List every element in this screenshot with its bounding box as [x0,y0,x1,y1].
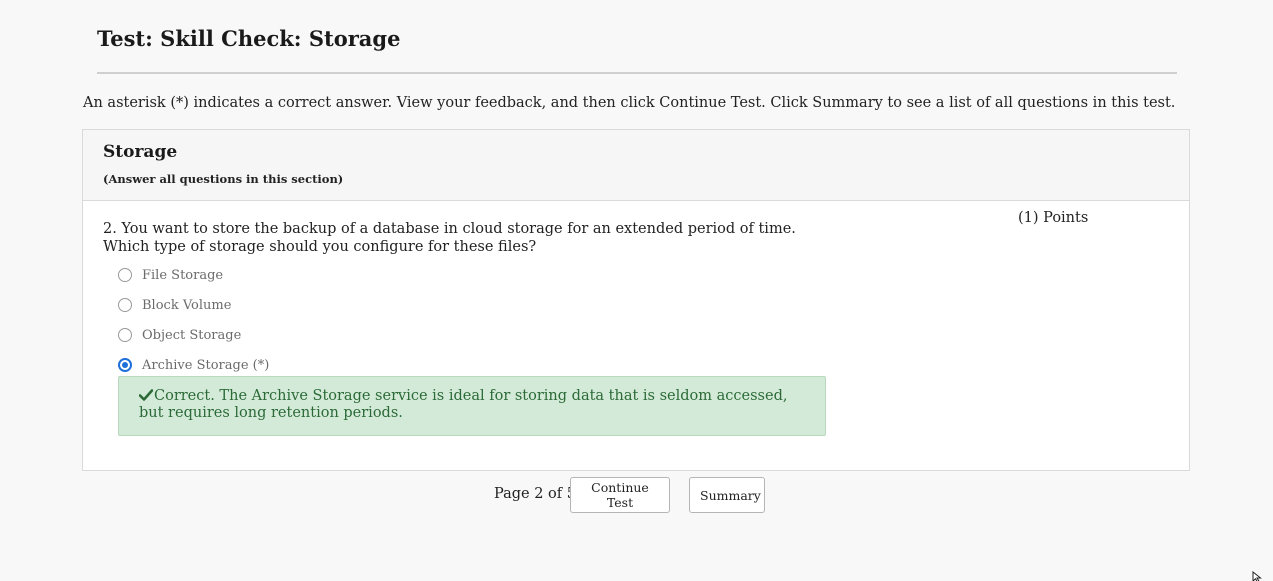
option-object-storage[interactable]: Object Storage [118,325,241,345]
option-label: File Storage [142,267,224,283]
radio-button-selected[interactable] [118,358,132,372]
mouse-cursor-icon [1252,568,1262,581]
section-header: Storage (Answer all questions in this se… [83,130,1189,201]
continue-test-button[interactable]: Continue Test [570,477,670,513]
option-label: Archive Storage (*) [142,357,270,373]
option-label: Block Volume [142,297,232,313]
question-section: Storage (Answer all questions in this se… [82,129,1190,471]
question-line-1: 2. You want to store the backup of a dat… [103,221,796,237]
instructions-text: An asterisk (*) indicates a correct answ… [83,95,1176,111]
question-line-2: Which type of storage should you configu… [103,239,537,255]
option-file-storage[interactable]: File Storage [118,265,223,285]
radio-button[interactable] [118,268,132,282]
question-text: 2. You want to store the backup of a dat… [103,220,823,256]
option-block-volume[interactable]: Block Volume [118,295,231,315]
summary-button[interactable]: Summary [689,477,765,513]
option-label: Object Storage [142,327,242,343]
section-subtitle: (Answer all questions in this section) [103,172,344,186]
feedback-message: Correct. The Archive Storage service is … [118,376,826,436]
page-indicator: Page 2 of 5 [494,486,576,502]
question-points: (1) Points [1018,210,1089,226]
checkmark-icon [138,389,154,405]
radio-button[interactable] [118,298,132,312]
feedback-text: Correct. The Archive Storage service is … [139,388,788,421]
page-title: Test: Skill Check: Storage [97,26,401,51]
radio-button[interactable] [118,328,132,342]
option-archive-storage[interactable]: Archive Storage (*) [118,355,269,375]
section-title: Storage [103,142,178,162]
title-divider [97,72,1177,74]
